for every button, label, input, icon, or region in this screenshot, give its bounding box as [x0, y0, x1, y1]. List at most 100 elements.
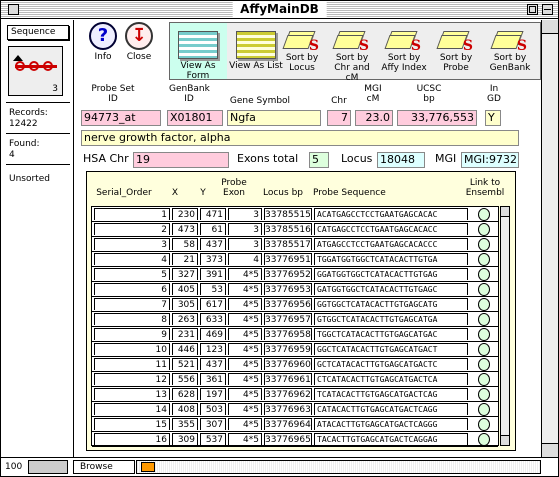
- scroll-down-arrow-icon[interactable]: [501, 435, 509, 445]
- book-icon[interactable]: 3: [8, 46, 63, 96]
- table-row[interactable]: 15 355 307 4*5 33776964 ATACACTTGTGAGCATGACTC…: [92, 417, 498, 432]
- ensembl-link-button[interactable]: [478, 223, 490, 236]
- sort-by-affy-button[interactable]: S Sort by Affy Index: [380, 25, 428, 73]
- ensembl-link-button[interactable]: [478, 403, 490, 416]
- sort-by-probe-button[interactable]: S Sort by Probe: [432, 25, 480, 73]
- cell-n[interactable]: 13: [94, 388, 170, 400]
- ensembl-link-button[interactable]: [478, 313, 490, 326]
- cell-y[interactable]: 469: [200, 328, 226, 340]
- page-up-arrow-icon[interactable]: [13, 55, 23, 61]
- ensembl-link-button[interactable]: [478, 418, 490, 431]
- sort-by-genbank-button[interactable]: S Sort by GenBank: [484, 25, 536, 73]
- cell-y[interactable]: 437: [200, 238, 226, 250]
- cell-n[interactable]: 4: [94, 253, 170, 265]
- view-as-form-button[interactable]: View As Form: [170, 25, 226, 81]
- cell-e[interactable]: 3: [228, 238, 262, 250]
- cell-y[interactable]: 437: [200, 358, 226, 370]
- ensembl-link-button[interactable]: [478, 433, 490, 446]
- zoom-box[interactable]: [527, 4, 538, 15]
- table-row[interactable]: 12 556 361 4*5 33776961 CTCATACACTTGTGAGCATGA…: [92, 372, 498, 387]
- table-row[interactable]: 13 628 197 4*5 33776962 TCATACACTTGTGAGCATGAC…: [92, 387, 498, 402]
- cell-bp[interactable]: 33776964: [264, 418, 312, 430]
- cell-x[interactable]: 231: [172, 328, 198, 340]
- scroll-up-arrow-icon[interactable]: [501, 207, 509, 217]
- table-row[interactable]: 6 405 53 4*5 33776953 GATGGTGGCTCATACACTTGTGA…: [92, 282, 498, 297]
- cell-n[interactable]: 6: [94, 283, 170, 295]
- cell-s[interactable]: ATGAGCCTCCTGAATGAGCACACCC: [314, 238, 468, 250]
- cell-x[interactable]: 446: [172, 343, 198, 355]
- table-row[interactable]: 4 21 373 4 33776951 TGGATGGTGGCTCATACACTTGTGA: [92, 252, 498, 267]
- cell-y[interactable]: 197: [200, 388, 226, 400]
- portal-scrollbar[interactable]: [500, 206, 510, 446]
- cell-x[interactable]: 21: [172, 253, 198, 265]
- cell-n[interactable]: 2: [94, 223, 170, 235]
- cell-e[interactable]: 4*5: [228, 298, 262, 310]
- cell-s[interactable]: TGGCTCATACACTTGTGAGCATGAC: [314, 328, 468, 340]
- cell-s[interactable]: GGTGGCTCATACACTTGTGAGCATG: [314, 298, 468, 310]
- cell-e[interactable]: 3: [228, 223, 262, 235]
- cell-e[interactable]: 3: [228, 208, 262, 220]
- mode-popup[interactable]: Browse: [73, 460, 135, 474]
- cell-bp[interactable]: 33776962: [264, 388, 312, 400]
- cell-n[interactable]: 3: [94, 238, 170, 250]
- cell-x[interactable]: 556: [172, 373, 198, 385]
- cell-n[interactable]: 5: [94, 268, 170, 280]
- cell-n[interactable]: 11: [94, 358, 170, 370]
- ensembl-link-button[interactable]: [478, 268, 490, 281]
- ensembl-link-button[interactable]: [478, 358, 490, 371]
- cell-bp[interactable]: 33776952: [264, 268, 312, 280]
- cell-x[interactable]: 58: [172, 238, 198, 250]
- close-button[interactable]: ↧ Close: [111, 22, 167, 62]
- cell-s[interactable]: CATACACTTGTGAGCATGACTCAGG: [314, 403, 468, 415]
- ensembl-link-button[interactable]: [478, 253, 490, 266]
- ensembl-link-button[interactable]: [478, 328, 490, 341]
- view-as-list-button[interactable]: View As List: [228, 25, 284, 71]
- layout-popup[interactable]: Sequence: [7, 25, 69, 40]
- cell-bp[interactable]: 33776961: [264, 373, 312, 385]
- ensembl-link-button[interactable]: [478, 238, 490, 251]
- cell-x[interactable]: 521: [172, 358, 198, 370]
- cell-x[interactable]: 408: [172, 403, 198, 415]
- cell-x[interactable]: 230: [172, 208, 198, 220]
- table-row[interactable]: 7 305 617 4*5 33776956 GGTGGCTCATACACTTGTGAGC…: [92, 297, 498, 312]
- chr-field[interactable]: 7: [327, 110, 351, 126]
- cell-n[interactable]: 16: [94, 433, 170, 445]
- cell-e[interactable]: 4*5: [228, 268, 262, 280]
- zoom-level[interactable]: 100: [5, 462, 22, 472]
- zoom-control[interactable]: [28, 460, 68, 474]
- scroll-thumb[interactable]: [141, 462, 155, 472]
- cell-bp[interactable]: 33776951: [264, 253, 312, 265]
- cell-y[interactable]: 503: [200, 403, 226, 415]
- cell-e[interactable]: 4*5: [228, 328, 262, 340]
- cell-n[interactable]: 12: [94, 373, 170, 385]
- cell-y[interactable]: 307: [200, 418, 226, 430]
- cell-y[interactable]: 61: [200, 223, 226, 235]
- ensembl-link-button[interactable]: [478, 343, 490, 356]
- cell-y[interactable]: 53: [200, 283, 226, 295]
- cell-s[interactable]: ACATGAGCCTCCTGAATGAGCACAC: [314, 208, 468, 220]
- mgi-cm-field[interactable]: 23.0: [355, 110, 393, 126]
- cell-n[interactable]: 15: [94, 418, 170, 430]
- table-row[interactable]: 5 327 391 4*5 33776952 GGATGGTGGCTCATACACTTGT…: [92, 267, 498, 282]
- cell-bp[interactable]: 33776965: [264, 433, 312, 445]
- cell-e[interactable]: 4*5: [228, 418, 262, 430]
- cell-bp[interactable]: 33776957: [264, 313, 312, 325]
- cell-n[interactable]: 14: [94, 403, 170, 415]
- cell-e[interactable]: 4*5: [228, 313, 262, 325]
- cell-bp[interactable]: 33785516: [264, 223, 312, 235]
- sort-by-chr-button[interactable]: S Sort by Chr and cM: [328, 25, 376, 83]
- cell-bp[interactable]: 33776953: [264, 283, 312, 295]
- cell-bp[interactable]: 33776959: [264, 343, 312, 355]
- cell-bp[interactable]: 33776956: [264, 298, 312, 310]
- cell-s[interactable]: ATACACTTGTGAGCATGACTCAGGG: [314, 418, 468, 430]
- cell-n[interactable]: 1: [94, 208, 170, 220]
- ensembl-link-button[interactable]: [478, 373, 490, 386]
- locus-field[interactable]: 18048: [377, 152, 425, 168]
- cell-bp[interactable]: 33785515: [264, 208, 312, 220]
- cell-e[interactable]: 4*5: [228, 343, 262, 355]
- cell-x[interactable]: 263: [172, 313, 198, 325]
- cell-n[interactable]: 10: [94, 343, 170, 355]
- cell-bp[interactable]: 33776963: [264, 403, 312, 415]
- ensembl-link-button[interactable]: [478, 388, 490, 401]
- cell-y[interactable]: 471: [200, 208, 226, 220]
